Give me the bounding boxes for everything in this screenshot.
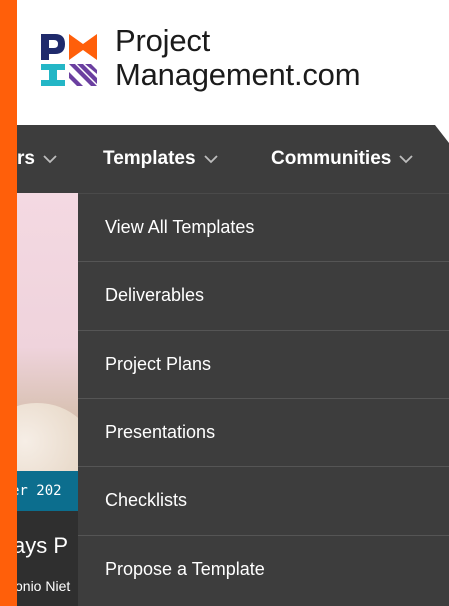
- dropdown-item-label: View All Templates: [105, 217, 255, 237]
- article-title[interactable]: ays P: [17, 533, 68, 559]
- chevron-down-icon: [43, 155, 57, 164]
- logo-line2-text: Management.com: [115, 57, 361, 92]
- templates-dropdown-menu: View All Templates Deliverables Project …: [78, 193, 449, 606]
- logo-line2: Management.com: [115, 57, 361, 92]
- article-date-ribbon: er 202: [17, 471, 82, 511]
- chevron-down-icon: [203, 155, 218, 164]
- background-article-card[interactable]: er 202 ays P onio Niet: [17, 193, 82, 606]
- article-date: er 202: [17, 483, 62, 499]
- dropdown-item-view-all-templates[interactable]: View All Templates: [78, 193, 449, 261]
- nav-item-templates-label: Templates: [103, 148, 196, 169]
- site-logo-text[interactable]: Project Management.com: [115, 23, 361, 92]
- dropdown-item-presentations[interactable]: Presentations: [78, 398, 449, 466]
- dropdown-item-label: Checklists: [105, 490, 188, 510]
- nav-item-partial-label: rs: [17, 148, 35, 169]
- dropdown-item-label: Deliverables: [105, 285, 205, 305]
- nav-item-templates[interactable]: Templates: [103, 125, 218, 193]
- dropdown-item-deliverables[interactable]: Deliverables: [78, 261, 449, 329]
- article-title-text: ays P: [17, 533, 69, 558]
- nav-item-communities[interactable]: Communities: [271, 125, 413, 193]
- article-author-text: onio Niet: [17, 578, 71, 594]
- dropdown-item-label: Presentations: [105, 422, 216, 442]
- dropdown-item-label: Project Plans: [105, 354, 212, 374]
- chevron-down-icon: [399, 155, 413, 164]
- pmi-logo-icon[interactable]: [37, 28, 101, 92]
- page-edge-bar: [0, 0, 17, 606]
- logo-line1: Project: [115, 23, 211, 58]
- nav-item-communities-label: Communities: [271, 148, 392, 169]
- dropdown-item-label: Propose a Template: [105, 559, 265, 579]
- dropdown-item-project-plans[interactable]: Project Plans: [78, 330, 449, 398]
- dropdown-item-checklists[interactable]: Checklists: [78, 466, 449, 534]
- site-header: Project Management.com: [17, 0, 449, 125]
- nav-corner-notch: [435, 125, 449, 143]
- dropdown-item-propose-a-template[interactable]: Propose a Template: [78, 535, 449, 603]
- article-author: onio Niet: [17, 578, 70, 594]
- nav-item-partial[interactable]: rs: [17, 125, 57, 193]
- main-nav: rs Templates Communities: [17, 125, 449, 193]
